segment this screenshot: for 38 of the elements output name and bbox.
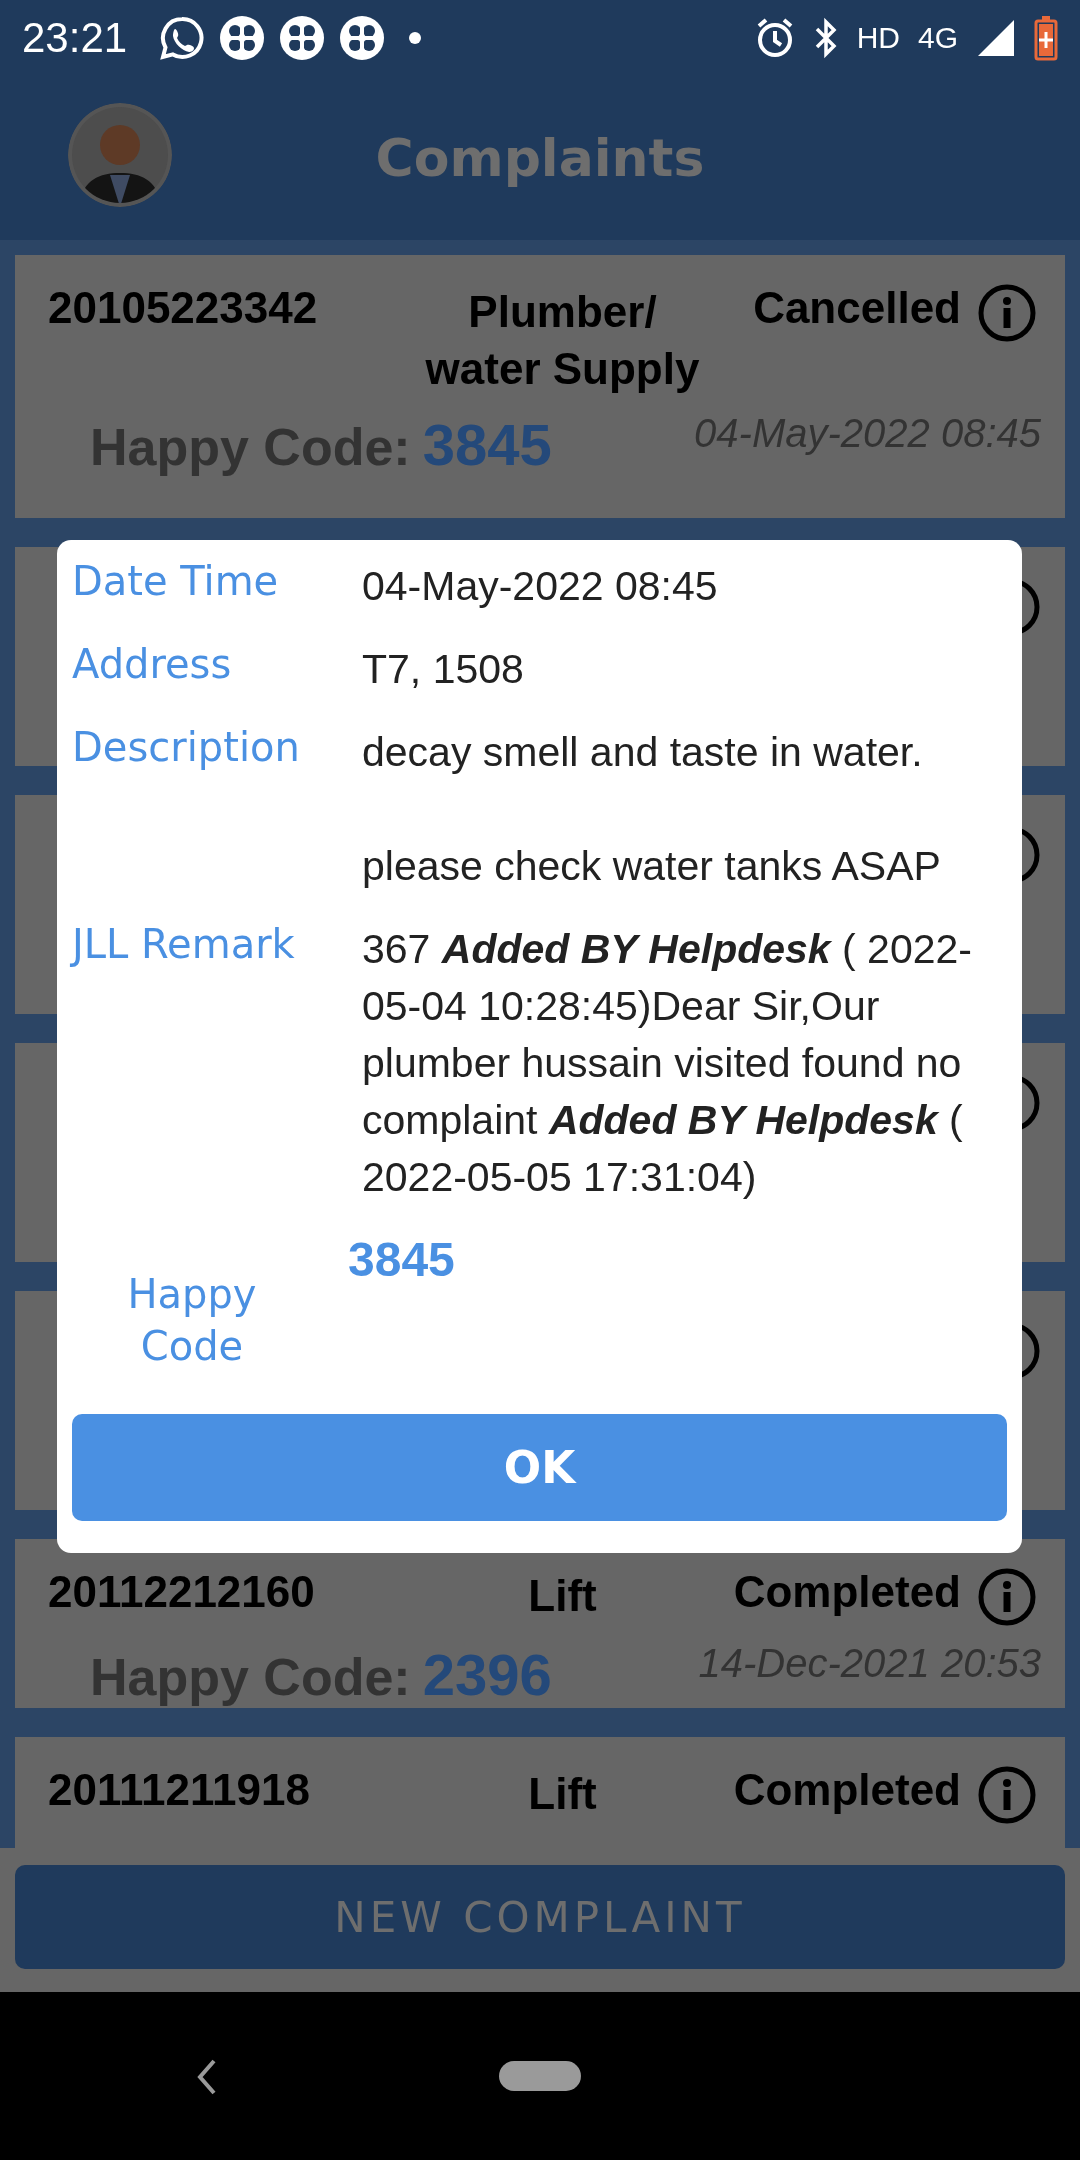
chat-icon bbox=[159, 14, 206, 61]
happy-code-value: 2396 bbox=[422, 1641, 552, 1708]
detail-value: 04-May-2022 08:45 bbox=[362, 562, 719, 611]
detail-label: Address bbox=[72, 641, 233, 689]
detail-value: T7, 1508 bbox=[362, 645, 525, 694]
complaint-category: Lift bbox=[527, 1768, 598, 1820]
complaint-status: Completed bbox=[733, 1567, 961, 1617]
dot-icon bbox=[409, 31, 422, 44]
detail-label: JLL Remark bbox=[72, 921, 296, 969]
complaint-status: Cancelled bbox=[753, 283, 961, 333]
page-title: Complaints bbox=[375, 127, 705, 188]
complaint-category: Lift bbox=[527, 1570, 598, 1622]
battery-icon bbox=[1034, 14, 1058, 61]
app-icon bbox=[339, 14, 386, 61]
status-time: 23:21 bbox=[22, 13, 128, 62]
detail-label: Description bbox=[72, 724, 301, 772]
complaint-status: Completed bbox=[733, 1765, 961, 1815]
new-complaint-button[interactable]: NEW COMPLAINT bbox=[15, 1865, 1065, 1969]
detail-value: decay smell and taste in water. please check water tanks ASAP bbox=[362, 728, 942, 891]
info-icon[interactable] bbox=[977, 1765, 1037, 1825]
ok-button[interactable]: OK bbox=[72, 1414, 1007, 1521]
info-icon[interactable] bbox=[977, 1567, 1037, 1627]
happy-code-value: 3845 bbox=[422, 411, 552, 479]
network-label: 4G bbox=[917, 20, 958, 55]
complaint-number: 20105223342 bbox=[48, 283, 318, 333]
app-icon bbox=[279, 14, 326, 61]
home-button[interactable] bbox=[499, 2061, 581, 2091]
detail-label: Date Time bbox=[72, 558, 280, 606]
detail-label: Happy Code bbox=[126, 1270, 258, 1371]
network-label: HD bbox=[856, 20, 900, 55]
complaint-number: 20111211918 bbox=[48, 1765, 310, 1815]
happy-code-value: 3845 bbox=[348, 1232, 456, 1288]
complaint-card[interactable]: 20111211918 Lift Completed bbox=[15, 1737, 1065, 1848]
detail-value: 367 Added BY Helpdesk ( 2022-05-04 10:28:45)Dear Sir,Our plumber hussain visited found no complaint Added BY Helpdesk ( 2022-05-05 17:31:04) bbox=[362, 925, 973, 1202]
complaint-category: Plumber/ water Supply bbox=[424, 286, 701, 396]
complaint-number: 20112212160 bbox=[48, 1567, 315, 1617]
app-icon bbox=[219, 14, 266, 61]
info-icon[interactable] bbox=[977, 283, 1037, 343]
